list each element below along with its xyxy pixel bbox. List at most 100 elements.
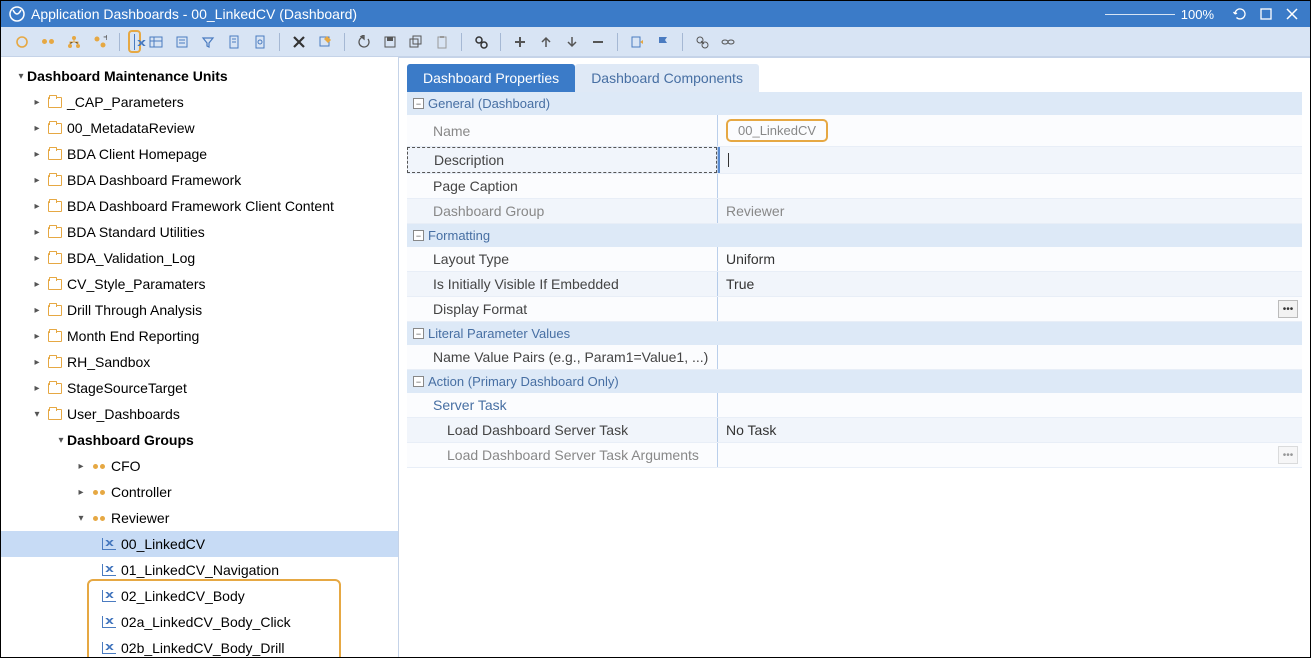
tree-folder[interactable]: ▸BDA Dashboard Framework Client Content [1,193,398,219]
main-toolbar: + [1,27,1310,57]
tree-dashboard[interactable]: 02_LinkedCV_Body [1,583,398,609]
collapse-icon[interactable]: − [413,328,424,339]
expand-arrow-icon[interactable]: ▸ [31,123,43,134]
prop-lds-value[interactable]: No Task [718,418,1302,442]
expand-arrow-icon[interactable]: ▾ [31,409,43,420]
prop-visible-value[interactable]: True [718,272,1302,296]
tb-table-icon[interactable] [145,31,167,53]
tree-folder[interactable]: ▸BDA Dashboard Framework [1,167,398,193]
more-button[interactable]: ••• [1278,446,1298,464]
expand-arrow-icon[interactable]: ▸ [31,279,43,290]
tb-doc-icon[interactable] [223,31,245,53]
tb-doc2-icon[interactable] [249,31,271,53]
tree-dashboard[interactable]: 00_LinkedCV [1,531,398,557]
group-literal[interactable]: −Literal Parameter Values [407,322,1302,345]
tb-form-icon[interactable] [171,31,193,53]
tb-down-icon[interactable] [561,31,583,53]
tb-filter-icon[interactable] [197,31,219,53]
expand-arrow-icon[interactable]: ▸ [31,201,43,212]
tb-view-icon[interactable] [717,31,739,53]
prop-description-value[interactable] [718,147,1302,173]
collapse-icon[interactable]: − [413,230,424,241]
expand-arrow-icon[interactable]: ▸ [31,305,43,316]
tb-add-icon[interactable] [509,31,531,53]
tree-group[interactable]: ▸CFO [1,453,398,479]
tree-folder[interactable]: ▸RH_Sandbox [1,349,398,375]
tree-dashboard-groups[interactable]: ▾ Dashboard Groups [1,427,398,453]
tab-dashboard-components[interactable]: Dashboard Components [575,64,759,92]
tb-group-icon[interactable]: + [89,31,111,53]
expand-arrow-icon[interactable]: ▸ [31,175,43,186]
tree-group[interactable]: ▾Reviewer [1,505,398,531]
collapse-icon[interactable]: − [413,376,424,387]
tree-folder[interactable]: ▸BDA Standard Utilities [1,219,398,245]
more-button[interactable]: ••• [1278,300,1298,318]
maximize-icon[interactable] [1256,4,1276,24]
expand-arrow-icon[interactable]: ▾ [75,513,87,524]
tree-root[interactable]: ▾ Dashboard Maintenance Units [1,63,398,89]
tree-folder[interactable]: ▸BDA_Validation_Log [1,245,398,271]
prop-caption-label: Page Caption [407,174,717,198]
tb-up-icon[interactable] [535,31,557,53]
refresh-icon[interactable] [1230,4,1250,24]
expand-arrow-icon[interactable]: ▸ [75,487,87,498]
expand-arrow-icon[interactable]: ▸ [31,357,43,368]
tb-find-icon[interactable] [470,31,492,53]
prop-caption-value[interactable] [718,174,1302,198]
tree-folder[interactable]: ▸Month End Reporting [1,323,398,349]
folder-icon [47,250,63,266]
prop-nvp-value[interactable] [718,345,1302,369]
tb-hierarchy-icon[interactable] [63,31,85,53]
expand-arrow-icon[interactable]: ▸ [75,461,87,472]
tb-undo-icon[interactable] [353,31,375,53]
tree-folder[interactable]: ▸BDA Client Homepage [1,141,398,167]
group-general[interactable]: −General (Dashboard) [407,92,1302,115]
tb-link-icon[interactable] [691,31,713,53]
tb-flag-icon[interactable] [652,31,674,53]
tb-saveall-icon[interactable] [405,31,427,53]
prop-description-label: Description [407,147,717,173]
close-icon[interactable] [1282,4,1302,24]
tb-dots-icon[interactable] [37,31,59,53]
tb-clipboard-icon[interactable] [431,31,453,53]
tb-edit-icon[interactable] [314,31,336,53]
expand-arrow-icon[interactable]: ▸ [31,149,43,160]
tree-folder[interactable]: ▸Drill Through Analysis [1,297,398,323]
tab-dashboard-properties[interactable]: Dashboard Properties [407,64,575,92]
tb-circle-icon[interactable] [11,31,33,53]
tree-group[interactable]: ▸Controller [1,479,398,505]
prop-lda-value[interactable]: ••• [718,443,1302,467]
tree-folder[interactable]: ▸CV_Style_Paramaters [1,271,398,297]
tree-folder[interactable]: ▾User_Dashboards [1,401,398,427]
tb-delete-icon[interactable] [288,31,310,53]
expand-arrow-icon[interactable]: ▸ [31,227,43,238]
zoom-control[interactable]: 100% [1105,7,1214,22]
tree-folder[interactable]: ▸00_MetadataReview [1,115,398,141]
tb-export-icon[interactable] [626,31,648,53]
tree-dashboard[interactable]: 01_LinkedCV_Navigation [1,557,398,583]
dashboard-chart-icon [101,536,117,552]
prop-layout-value[interactable]: Uniform [718,247,1302,271]
expand-arrow-icon[interactable]: ▸ [31,253,43,264]
folder-icon [47,328,63,344]
tb-dashboard-highlighted[interactable] [128,30,141,53]
expand-arrow-icon[interactable]: ▸ [31,383,43,394]
tree-dashboard[interactable]: 02b_LinkedCV_Body_Drill [1,635,398,657]
expand-arrow-icon[interactable]: ▸ [31,97,43,108]
collapse-arrow-icon[interactable]: ▾ [15,71,27,82]
tb-save-icon[interactable] [379,31,401,53]
prop-name-label: Name [407,115,717,146]
tree-dashboard[interactable]: 02a_LinkedCV_Body_Click [1,609,398,635]
group-formatting[interactable]: −Formatting [407,224,1302,247]
collapse-icon[interactable]: − [413,98,424,109]
tree-folder[interactable]: ▸_CAP_Parameters [1,89,398,115]
expand-arrow-icon[interactable]: ▸ [31,331,43,342]
folder-icon [47,302,63,318]
prop-format-value[interactable]: ••• [718,297,1302,321]
prop-group-value: Reviewer [718,199,1302,223]
collapse-arrow-icon[interactable]: ▾ [55,435,67,446]
group-dots-icon [91,510,107,526]
tb-remove-icon[interactable] [587,31,609,53]
tree-folder[interactable]: ▸StageSourceTarget [1,375,398,401]
group-action[interactable]: −Action (Primary Dashboard Only) [407,370,1302,393]
